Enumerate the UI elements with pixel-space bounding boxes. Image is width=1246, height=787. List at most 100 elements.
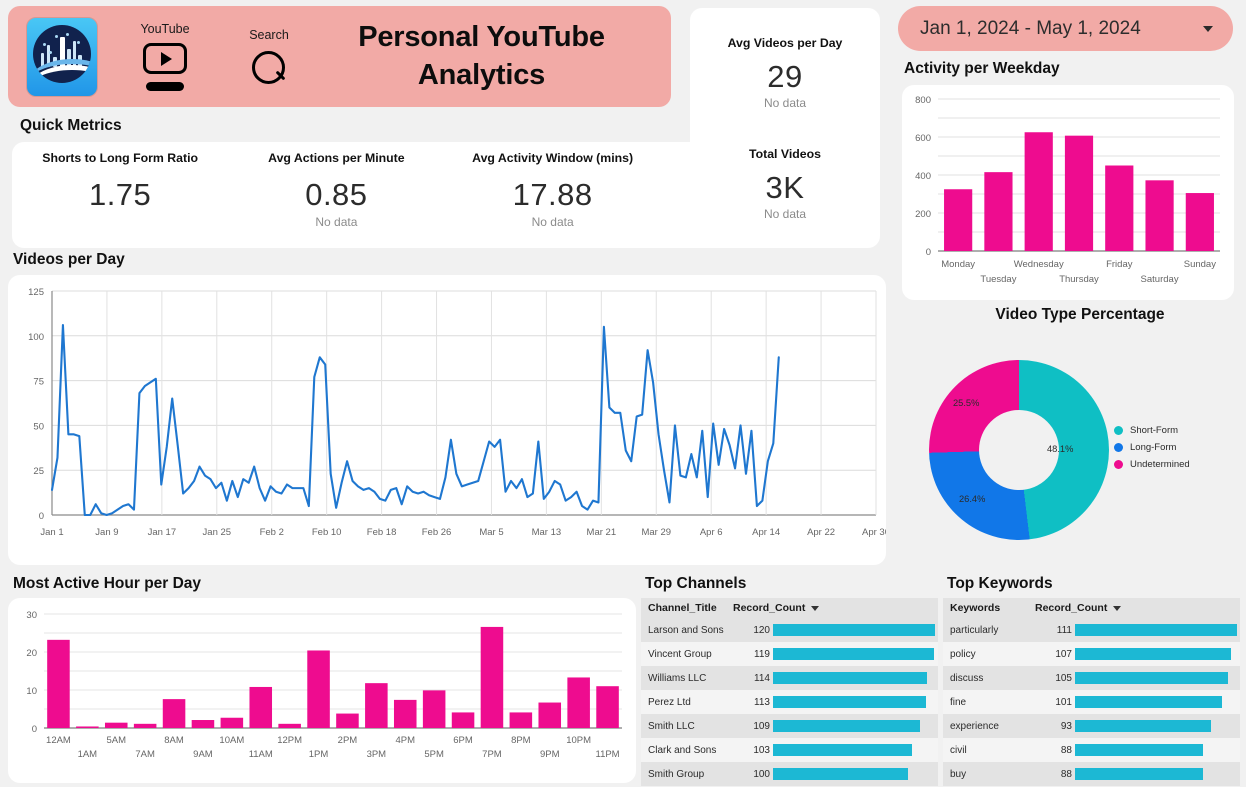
most-active-hour-title: Most Active Hour per Day xyxy=(13,575,202,592)
bar-fill xyxy=(773,768,908,780)
column-header-record-count[interactable]: Record_Count xyxy=(733,602,938,614)
table-cell-name: Clark and Sons xyxy=(648,744,717,756)
table-cell-bar xyxy=(773,720,935,732)
table-row[interactable]: experience 93 xyxy=(943,714,1240,738)
column-header-record-count-label: Record_Count xyxy=(1035,602,1108,614)
metric-sub: No data xyxy=(315,215,358,229)
nav-item-search[interactable]: Search xyxy=(232,28,306,85)
date-range-value: Jan 1, 2024 - May 1, 2024 xyxy=(920,17,1141,39)
svg-text:Jan 25: Jan 25 xyxy=(203,527,232,538)
svg-text:4PM: 4PM xyxy=(395,735,415,746)
table-cell-bar xyxy=(773,624,935,636)
top-keywords-table[interactable]: Keywords Record_Count particularly 111 pol… xyxy=(943,598,1240,786)
bar-fill xyxy=(1075,744,1204,756)
svg-text:Thursday: Thursday xyxy=(1059,274,1099,285)
svg-text:10PM: 10PM xyxy=(566,735,591,746)
svg-text:Feb 2: Feb 2 xyxy=(260,527,284,538)
table-cell-name: experience xyxy=(950,720,999,732)
column-header-record-count[interactable]: Record_Count xyxy=(1035,602,1240,614)
table-body: Larson and Sons 120 Vincent Group 119 Willia… xyxy=(641,618,938,786)
table-row[interactable]: particularly 111 xyxy=(943,618,1240,642)
table-cell-bar xyxy=(773,648,935,660)
legend-label: Long-Form xyxy=(1130,442,1177,453)
legend-item-short-form: Short-Form xyxy=(1114,425,1190,436)
metric-avg-actions-per-minute: Avg Actions per Minute 0.85 No data xyxy=(228,142,444,248)
metric-value: 0.85 xyxy=(305,177,368,212)
videos-per-day-chart[interactable]: 0 25 50 75 100 125 Jan 1 Jan 9 Jan 17 Jan 25 Feb 2… xyxy=(8,275,886,565)
bar-fill xyxy=(773,672,927,684)
activity-per-weekday-chart[interactable]: 0 200 400 600 800 Monday Tuesday Wednesday Thurs… xyxy=(902,85,1234,300)
table-row[interactable]: Williams LLC 114 xyxy=(641,666,938,690)
table-cell-name: civil xyxy=(950,744,967,756)
table-cell-name: particularly xyxy=(950,624,999,636)
nav-item-youtube[interactable]: YouTube xyxy=(128,22,202,91)
table-row[interactable]: civil 88 xyxy=(943,738,1240,762)
table-row[interactable]: fine 101 xyxy=(943,690,1240,714)
svg-text:800: 800 xyxy=(915,95,931,106)
bar-fill xyxy=(1075,768,1204,780)
kpi-sub: No data xyxy=(763,207,807,221)
svg-text:20: 20 xyxy=(26,648,37,659)
svg-text:7AM: 7AM xyxy=(135,749,155,760)
kpi-total-videos: Total Videos 3K No data xyxy=(690,110,880,221)
legend-item-undetermined: Undetermined xyxy=(1114,459,1190,470)
kpi-value: 29 xyxy=(767,59,803,94)
most-active-hour-chart[interactable]: 0 10 20 30 12AM 1AM 5AM 7AM 8AM 9AM 10AM 11AM 12PM 1P… xyxy=(8,598,636,783)
date-range-picker[interactable]: Jan 1, 2024 - May 1, 2024 xyxy=(898,6,1233,51)
table-row[interactable]: discuss 105 xyxy=(943,666,1240,690)
table-row[interactable]: Smith Group 100 xyxy=(641,762,938,786)
top-keywords-title: Top Keywords xyxy=(947,575,1053,592)
logo-circle xyxy=(33,25,91,84)
bar-fill xyxy=(1075,648,1232,660)
table-cell-name: Williams LLC xyxy=(648,672,707,684)
metric-label: Avg Activity Window (mins) xyxy=(472,151,634,165)
svg-text:8AM: 8AM xyxy=(164,735,184,746)
donut-label-short-form: 48.1% xyxy=(1047,444,1074,454)
svg-text:9PM: 9PM xyxy=(540,749,560,760)
table-cell-count: 107 xyxy=(1055,648,1072,660)
activity-per-weekday-svg: 0 200 400 600 800 Monday Tuesday Wednesday Thurs… xyxy=(915,95,1220,285)
svg-text:0: 0 xyxy=(39,511,44,522)
table-row[interactable]: Clark and Sons 103 xyxy=(641,738,938,762)
metric-label: Avg Actions per Minute xyxy=(268,151,405,165)
table-cell-name: Smith Group xyxy=(648,768,705,780)
svg-text:12AM: 12AM xyxy=(46,735,71,746)
table-cell-bar xyxy=(1075,768,1237,780)
table-row[interactable]: Perez Ltd 113 xyxy=(641,690,938,714)
svg-text:75: 75 xyxy=(33,377,44,388)
table-row[interactable]: Vincent Group 119 xyxy=(641,642,938,666)
video-type-chart[interactable]: 48.1% 26.4% 25.5% Short-Form Long-Form U… xyxy=(902,330,1246,570)
svg-text:Apr 30: Apr 30 xyxy=(862,527,886,538)
table-row[interactable]: Larson and Sons 120 xyxy=(641,618,938,642)
svg-text:2PM: 2PM xyxy=(338,735,358,746)
svg-text:Mar 5: Mar 5 xyxy=(479,527,503,538)
svg-text:Feb 10: Feb 10 xyxy=(312,527,342,538)
svg-text:200: 200 xyxy=(915,209,931,220)
table-header-row: Keywords Record_Count xyxy=(943,598,1240,618)
bar-fill xyxy=(773,648,934,660)
videos-per-day-title: Videos per Day xyxy=(13,251,125,268)
svg-text:25: 25 xyxy=(33,466,44,477)
table-row[interactable]: Smith LLC 109 xyxy=(641,714,938,738)
svg-text:7PM: 7PM xyxy=(482,749,502,760)
svg-text:Monday: Monday xyxy=(941,259,975,270)
svg-text:6PM: 6PM xyxy=(453,735,473,746)
table-cell-bar xyxy=(1075,624,1237,636)
svg-text:Mar 13: Mar 13 xyxy=(532,527,562,538)
donut-label-long-form: 26.4% xyxy=(959,494,986,504)
table-row[interactable]: policy 107 xyxy=(943,642,1240,666)
table-row[interactable]: buy 88 xyxy=(943,762,1240,786)
top-channels-table[interactable]: Channel_Title Record_Count Larson and So… xyxy=(641,598,938,786)
nav-item-search-label: Search xyxy=(249,28,289,42)
svg-text:Apr 6: Apr 6 xyxy=(700,527,723,538)
legend-color-swatch xyxy=(1114,460,1123,469)
sort-descending-icon xyxy=(1113,605,1122,611)
bar-fill xyxy=(1075,672,1229,684)
svg-text:Saturday: Saturday xyxy=(1141,274,1179,285)
table-cell-name: policy xyxy=(950,648,976,660)
video-type-title: Video Type Percentage xyxy=(995,306,1165,323)
column-header-channel-title[interactable]: Channel_Title xyxy=(641,602,733,614)
column-header-keywords[interactable]: Keywords xyxy=(943,602,1035,614)
svg-text:30: 30 xyxy=(26,610,37,621)
table-body: particularly 111 policy 107 discuss 105 fine 10… xyxy=(943,618,1240,786)
